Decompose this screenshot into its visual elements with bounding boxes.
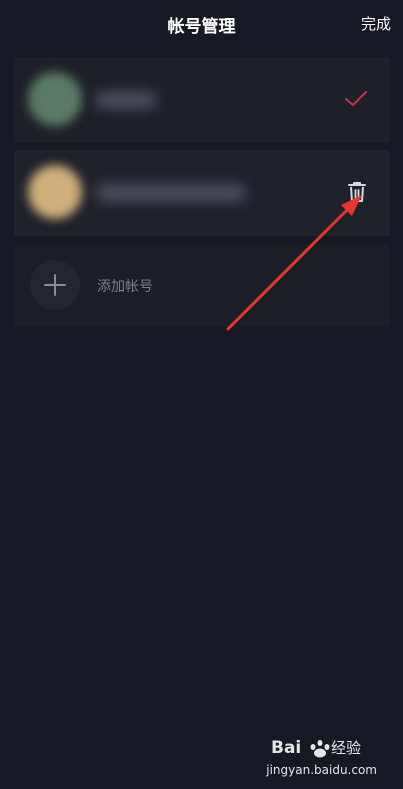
avatar: [28, 72, 82, 126]
check-icon: [345, 91, 367, 106]
add-account-row[interactable]: 添加帐号: [14, 245, 390, 327]
account-name-blurred: [96, 91, 156, 109]
trash-icon[interactable]: [346, 180, 368, 204]
avatar: [28, 165, 82, 219]
account-management-screen: 帐号管理 完成 添加帐号 Bai 经验 jingyan.baidu.com: [0, 0, 403, 789]
nav-header: 帐号管理 完成: [0, 0, 403, 44]
account-name-blurred: [96, 184, 246, 202]
add-account-label: 添加帐号: [97, 279, 153, 295]
svg-text:Bai: Bai: [271, 738, 301, 758]
plus-icon: [44, 274, 66, 296]
svg-text:经验: 经验: [331, 739, 361, 757]
done-button[interactable]: 完成: [361, 13, 391, 34]
page-title: 帐号管理: [167, 17, 236, 37]
account-card-other[interactable]: [14, 150, 390, 236]
add-account-circle: [30, 260, 80, 310]
watermark-url: jingyan.baidu.com: [266, 763, 377, 777]
account-card-current[interactable]: [14, 57, 390, 143]
